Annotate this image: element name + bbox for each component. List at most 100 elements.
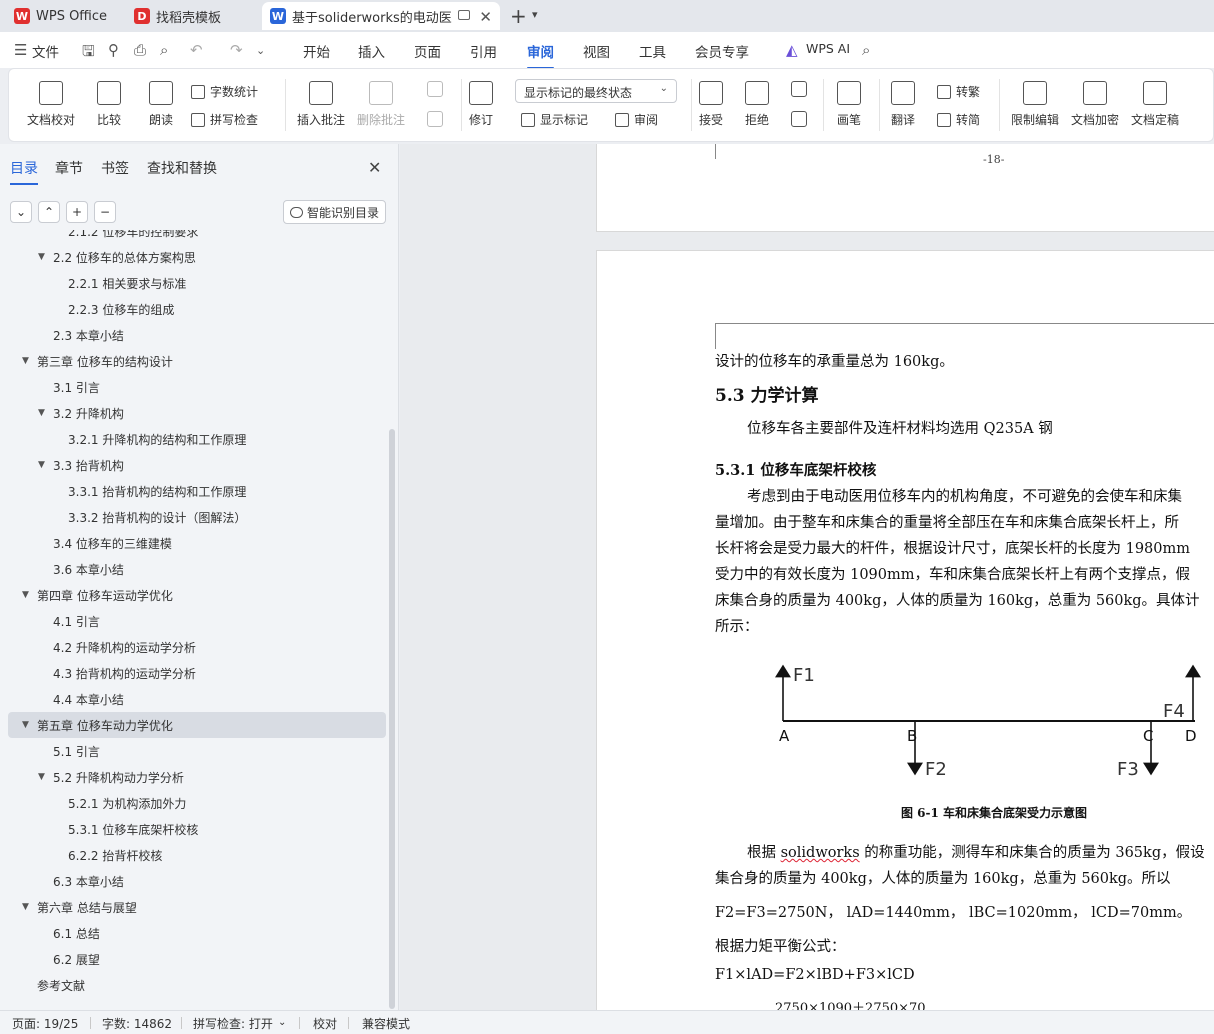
toc-item[interactable]: ▼ 3.3 抬背机构: [0, 452, 386, 478]
nav-scrollbar[interactable]: [389, 429, 395, 1009]
delete-comment-button[interactable]: 删除批注: [357, 81, 405, 128]
menu-tools[interactable]: 工具: [639, 41, 666, 61]
toc-item[interactable]: 4.3 抬背机构的运动学分析: [0, 660, 386, 686]
collapse-triangle-icon[interactable]: ▼: [38, 772, 47, 782]
menu-reference[interactable]: 引用: [470, 41, 497, 61]
toc-item[interactable]: ▼ 3.2 升降机构: [0, 400, 386, 426]
toc-item[interactable]: ▼ 第三章 位移车的结构设计: [0, 348, 386, 374]
chevron-down-icon[interactable]: ▾: [532, 8, 538, 21]
spell-error-word[interactable]: solidworks: [781, 845, 860, 861]
review-pane-button[interactable]: 审阅: [615, 111, 658, 128]
toc-item[interactable]: 2.3 本章小结: [0, 322, 386, 348]
smart-toc-button[interactable]: 智能识别目录: [283, 200, 386, 224]
translate-button[interactable]: 翻译: [891, 81, 915, 128]
toc-item[interactable]: 3.6 本章小结: [0, 556, 386, 582]
spell-check-button[interactable]: 拼写检查: [191, 111, 258, 128]
page-current[interactable]: 设计的位移车的承重量总为 160kg。 5.3 力学计算 位移车各主要部件及连杆…: [596, 250, 1214, 1010]
toc-item[interactable]: 5.1 引言: [0, 738, 386, 764]
toc-item[interactable]: 6.2.2 抬背杆校核: [0, 842, 386, 868]
prev-change-button[interactable]: [791, 81, 807, 103]
tab-template[interactable]: D 找稻壳模板: [126, 2, 256, 30]
doc-check-button[interactable]: 文档校对: [27, 81, 75, 128]
toc-item[interactable]: ▼ 第五章 位移车动力学优化: [8, 712, 386, 738]
collapse-triangle-icon[interactable]: ▼: [22, 902, 31, 912]
page-indicator[interactable]: 页面: 19/25: [12, 1015, 78, 1032]
spell-check-indicator[interactable]: 拼写检查: 打开: [193, 1015, 273, 1032]
redo-icon[interactable]: ↷: [230, 41, 243, 59]
nav-tab-chapters[interactable]: 章节: [55, 158, 83, 178]
nav-tab-bookmarks[interactable]: 书签: [101, 158, 129, 178]
add-toc-button[interactable]: +: [66, 201, 88, 223]
to-simplified-button[interactable]: 转简: [937, 111, 980, 128]
remove-toc-button[interactable]: −: [94, 201, 116, 223]
toc-item[interactable]: ▼ 2.2 位移车的总体方案构思: [0, 244, 386, 270]
close-tab-icon[interactable]: ✕: [479, 8, 492, 26]
menu-insert[interactable]: 插入: [358, 41, 385, 61]
next-change-button[interactable]: [791, 111, 807, 133]
close-icon[interactable]: ✕: [368, 158, 381, 177]
revise-button[interactable]: 修订: [469, 81, 493, 128]
menu-page[interactable]: 页面: [414, 41, 441, 61]
toc-item[interactable]: 4.2 升降机构的运动学分析: [0, 634, 386, 660]
monitor-icon[interactable]: [458, 10, 470, 20]
toc-item[interactable]: ▼ 第六章 总结与展望: [0, 894, 386, 920]
toc-item[interactable]: 2.2.3 位移车的组成: [0, 296, 386, 322]
show-markup-button[interactable]: 显示标记: [521, 111, 588, 128]
expand-down-button[interactable]: ⌄: [10, 201, 32, 223]
search-icon[interactable]: ⌕: [862, 41, 870, 59]
insert-comment-button[interactable]: 插入批注: [297, 81, 345, 128]
toc-item[interactable]: 4.1 引言: [0, 608, 386, 634]
toc-item[interactable]: 2.1.2 位移车的控制要求: [0, 230, 386, 244]
to-traditional-button[interactable]: 转繁: [937, 83, 980, 100]
toc-item[interactable]: 3.1 引言: [0, 374, 386, 400]
reject-button[interactable]: 拒绝: [745, 81, 769, 128]
word-count-button[interactable]: 字数统计: [191, 83, 258, 100]
word-count-indicator[interactable]: 字数: 14862: [102, 1015, 172, 1032]
finalize-button[interactable]: 文档定稿: [1131, 81, 1179, 128]
print-icon[interactable]: ⎙: [134, 41, 146, 59]
collapse-up-button[interactable]: ⌃: [38, 201, 60, 223]
nav-tab-toc[interactable]: 目录: [10, 158, 38, 185]
nav-tab-find-replace[interactable]: 查找和替换: [147, 158, 217, 178]
menu-member[interactable]: 会员专享: [695, 41, 749, 61]
menu-start[interactable]: 开始: [303, 41, 330, 61]
new-tab-icon[interactable]: +: [510, 4, 527, 28]
toc-item[interactable]: ▼ 第四章 位移车运动学优化: [0, 582, 386, 608]
toc-item[interactable]: ▼ 5.2 升降机构动力学分析: [0, 764, 386, 790]
accept-button[interactable]: 接受: [699, 81, 723, 128]
toc-item[interactable]: 3.3.2 抬背机构的设计（图解法）: [0, 504, 386, 530]
toc-item[interactable]: 5.2.1 为机构添加外力: [0, 790, 386, 816]
toc-item[interactable]: 3.2.1 升降机构的结构和工作原理: [0, 426, 386, 452]
restrict-edit-button[interactable]: 限制编辑: [1011, 81, 1059, 128]
toc-item[interactable]: 3.4 位移车的三维建模: [0, 530, 386, 556]
toc-item[interactable]: 6.3 本章小结: [0, 868, 386, 894]
toc-item[interactable]: 参考文献: [0, 972, 386, 998]
print-preview-icon[interactable]: ⌕: [160, 41, 168, 59]
chevron-down-icon[interactable]: ⌄: [278, 1017, 286, 1028]
collapse-triangle-icon[interactable]: ▼: [38, 408, 47, 418]
chevron-down-icon[interactable]: ⌄: [256, 44, 265, 57]
markup-state-select[interactable]: 显示标记的最终状态 ⌄: [515, 79, 677, 103]
share-icon[interactable]: ⚲: [108, 41, 119, 59]
collapse-triangle-icon[interactable]: ▼: [22, 356, 31, 366]
toc-item[interactable]: 6.2 展望: [0, 946, 386, 972]
collapse-triangle-icon[interactable]: ▼: [38, 252, 47, 262]
encrypt-button[interactable]: 文档加密: [1071, 81, 1119, 128]
pen-button[interactable]: 画笔: [837, 81, 861, 128]
tab-document[interactable]: W 基于soliderworks的电动医用 ✕: [262, 2, 500, 30]
menu-review[interactable]: 审阅: [527, 41, 554, 69]
menu-view[interactable]: 视图: [583, 41, 610, 61]
toc-item[interactable]: 5.3.1 位移车底架杆校核: [0, 816, 386, 842]
proofread-button[interactable]: 校对: [313, 1015, 337, 1032]
hamburger-icon[interactable]: ☰: [14, 41, 27, 59]
menu-file[interactable]: 文件: [32, 41, 59, 61]
compare-button[interactable]: 比较: [97, 81, 121, 128]
read-aloud-button[interactable]: 朗读: [149, 81, 173, 128]
tab-wps-office[interactable]: W WPS Office: [6, 2, 118, 30]
prev-comment-button[interactable]: [427, 81, 443, 103]
collapse-triangle-icon[interactable]: ▼: [22, 720, 31, 730]
undo-icon[interactable]: ↶: [190, 41, 203, 59]
toc-item[interactable]: 6.1 总结: [0, 920, 386, 946]
toc-item[interactable]: 4.4 本章小结: [0, 686, 386, 712]
save-icon[interactable]: 🖫: [82, 41, 95, 66]
